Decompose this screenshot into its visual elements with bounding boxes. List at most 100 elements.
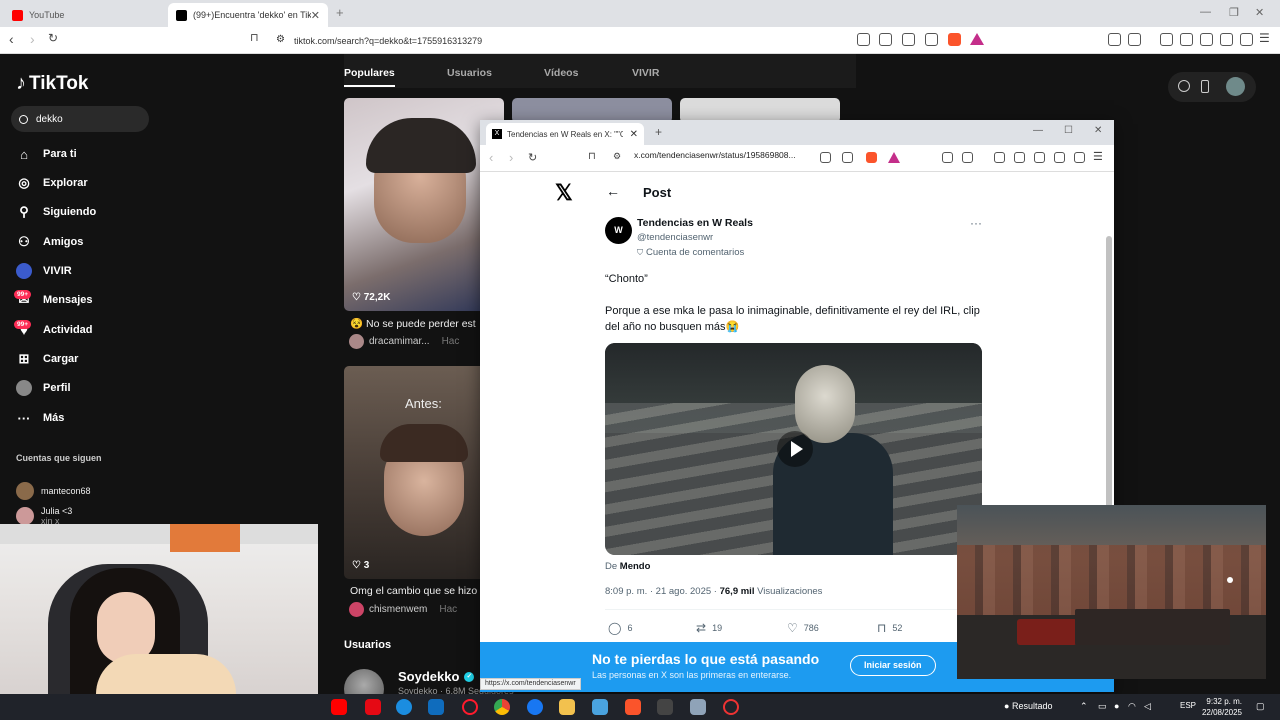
phone-icon[interactable] — [1201, 80, 1209, 93]
obs-app-icon[interactable] — [723, 699, 739, 715]
tab-vivir[interactable]: VIVIR — [632, 67, 659, 79]
close-window-icon[interactable]: ✕ — [1255, 6, 1264, 19]
x-address-bar[interactable]: x.com/tendenciasenwr/status/195869808... — [634, 150, 796, 160]
nav-cargar[interactable]: ⊞ Cargar — [16, 351, 79, 367]
microphone-icon[interactable]: ● — [1114, 701, 1119, 711]
bookmark-icon[interactable]: ⊓ — [588, 151, 596, 162]
post-video[interactable] — [605, 343, 982, 555]
bookmark-button[interactable]: ⊓ 52 — [877, 621, 902, 635]
following-item[interactable]: Julia <3 xin x — [16, 506, 72, 526]
notifications-icon[interactable]: ▢ — [1256, 701, 1265, 712]
music-icon[interactable] — [994, 152, 1005, 163]
weather-widget[interactable]: ● Resultado — [1004, 701, 1052, 711]
video-author[interactable]: dracamimar... Hac — [349, 334, 459, 349]
share-icon[interactable] — [925, 33, 938, 46]
new-tab-button[interactable]: + — [336, 5, 344, 20]
brave-app-icon[interactable] — [625, 699, 641, 715]
music-icon[interactable] — [1160, 33, 1173, 46]
wallet-icon[interactable] — [1200, 33, 1213, 46]
game-app-icon[interactable] — [690, 699, 706, 715]
edge-app-icon[interactable] — [396, 699, 412, 715]
nav-siguiendo[interactable]: ⚲ Siguiendo — [16, 204, 96, 220]
search-input[interactable]: dekko — [11, 106, 149, 132]
extension-icon[interactable] — [857, 33, 870, 46]
close-window-icon[interactable]: ✕ — [1094, 125, 1102, 136]
author-name[interactable]: Tendencias en W Reals — [637, 217, 753, 229]
video-caption[interactable]: 😵 No se puede perder est — [350, 317, 480, 330]
tiktok-logo[interactable]: ♪ TikTok — [16, 72, 88, 95]
tray-chevron-icon[interactable]: ⌃ — [1080, 701, 1088, 712]
chrome-app-icon[interactable] — [494, 699, 510, 715]
wallet-icon[interactable] — [1034, 152, 1045, 163]
back-arrow-icon[interactable]: ← — [606, 183, 620, 199]
facebook-app-icon[interactable] — [527, 699, 543, 715]
reload-icon[interactable]: ↻ — [48, 31, 58, 45]
reload-icon[interactable]: ↻ — [528, 151, 537, 164]
play-icon[interactable] — [777, 431, 813, 467]
back-icon[interactable]: ‹ — [489, 150, 493, 165]
cast-icon[interactable] — [879, 33, 892, 46]
following-item[interactable]: mantecon68 — [16, 482, 91, 500]
opera-app-icon[interactable] — [462, 699, 478, 715]
leo-icon[interactable] — [1220, 33, 1233, 46]
speaker-icon[interactable]: ◁ — [1144, 701, 1151, 712]
nav-mas[interactable]: ··· Más — [16, 410, 65, 426]
post-timestamp[interactable]: 8:09 p. m. · 21 ago. 2025 · — [605, 586, 717, 597]
cast-icon[interactable] — [820, 152, 831, 163]
app-icon[interactable] — [592, 699, 608, 715]
bookmark-icon[interactable]: ⊓ — [250, 31, 259, 44]
sidebar-icon[interactable] — [1180, 33, 1193, 46]
menu-icon[interactable]: ☰ — [1093, 150, 1103, 163]
x-logo-icon[interactable]: 𝕏 — [555, 180, 573, 206]
like-button[interactable]: ♡ 786 — [787, 621, 819, 635]
video-caption[interactable]: Omg el cambio que se hizo — [350, 585, 480, 597]
sidebar-icon[interactable] — [1014, 152, 1025, 163]
reply-button[interactable]: ◯ 6 — [608, 621, 632, 635]
from-name[interactable]: Mendo — [620, 561, 651, 572]
avatar[interactable] — [1226, 77, 1245, 96]
site-info-icon[interactable]: ⚙ — [613, 151, 621, 162]
outlook-app-icon[interactable] — [428, 699, 444, 715]
nav-para-ti[interactable]: ⌂ Para ti — [16, 146, 77, 162]
forward-icon[interactable]: › — [509, 150, 513, 165]
menu-icon[interactable]: ☰ — [1259, 31, 1270, 45]
tray-icon[interactable]: ▭ — [1098, 701, 1107, 712]
user-name[interactable]: Soydekko ✓ — [398, 669, 475, 684]
back-icon[interactable]: ‹ — [9, 31, 14, 47]
wifi-icon[interactable]: ◠ — [1128, 701, 1136, 712]
tab-youtube[interactable]: YouTube — [4, 3, 164, 27]
tab-videos[interactable]: Vídeos — [544, 67, 578, 79]
close-tab-icon[interactable]: ✕ — [311, 9, 320, 22]
brave-rewards-icon[interactable] — [888, 152, 900, 163]
nav-perfil[interactable]: Perfil — [16, 380, 71, 396]
vpn-icon[interactable] — [1240, 33, 1253, 46]
new-tab-button[interactable]: + — [655, 125, 662, 139]
brave-rewards-icon[interactable] — [970, 33, 984, 45]
video-author[interactable]: chismenwem Hac — [349, 602, 457, 617]
language-indicator[interactable]: ESP — [1180, 701, 1196, 710]
vpn-icon[interactable] — [1074, 152, 1085, 163]
translate-icon[interactable] — [902, 33, 915, 46]
tab-tiktok[interactable]: (99+)Encuentra 'dekko' en TikTok ✕ — [168, 3, 328, 27]
repost-button[interactable]: ⇄ 19 — [696, 621, 722, 635]
tab-populares[interactable]: Populares — [344, 67, 395, 87]
brave-shield-icon[interactable] — [866, 152, 877, 163]
nav-amigos[interactable]: ⚇ Amigos — [16, 234, 83, 250]
minimize-icon[interactable]: — — [1033, 125, 1043, 136]
minimize-icon[interactable]: — — [1200, 6, 1211, 18]
leo-icon[interactable] — [1054, 152, 1065, 163]
site-info-icon[interactable]: ⚙ — [276, 34, 285, 45]
more-icon[interactable]: ··· — [970, 216, 982, 230]
youtube-app-icon[interactable] — [331, 699, 347, 715]
screenshot-icon[interactable] — [1128, 33, 1141, 46]
screenshot-icon[interactable] — [962, 152, 973, 163]
brave-shield-icon[interactable] — [948, 33, 961, 46]
maximize-icon[interactable]: ❐ — [1229, 6, 1239, 19]
puzzle-icon[interactable] — [942, 152, 953, 163]
close-tab-icon[interactable]: ✕ — [630, 129, 638, 140]
maximize-icon[interactable]: ☐ — [1064, 125, 1073, 136]
tab-usuarios[interactable]: Usuarios — [447, 67, 492, 79]
author-handle[interactable]: @tendenciasenwr — [637, 232, 713, 243]
nav-explorar[interactable]: ◎ Explorar — [16, 175, 87, 191]
netflix-app-icon[interactable] — [365, 699, 381, 715]
